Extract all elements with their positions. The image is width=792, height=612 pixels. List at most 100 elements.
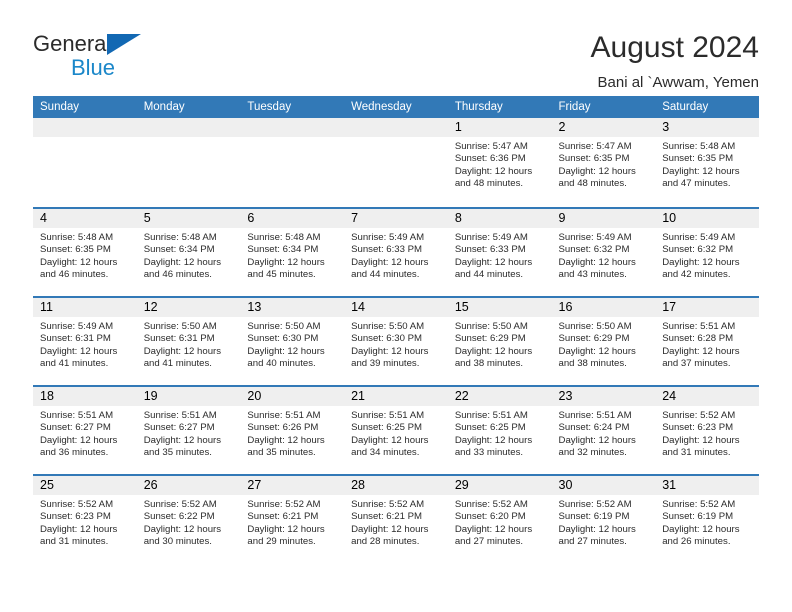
calendar-day-cell[interactable]: 8 Sunrise: 5:49 AM Sunset: 6:33 PM Daylight… (447, 207, 552, 296)
calendar-day-cell[interactable]: 26 Sunrise: 5:52 AM Sunset: 6:22 PM Dayligh… (136, 474, 241, 563)
day-number: 11 (33, 298, 137, 317)
calendar-cell-wrapper: 4 Sunrise: 5:48 AM Sunset: 6:35 PM Daylight… (33, 207, 137, 296)
sunset-text: Sunset: 6:22 PM (143, 511, 215, 523)
calendar-day-cell[interactable]: 5 Sunrise: 5:48 AM Sunset: 6:34 PM Daylight… (136, 207, 241, 296)
calendar-day-cell[interactable]: 29 Sunrise: 5:52 AM Sunset: 6:20 PM Dayligh… (447, 474, 552, 563)
calendar-day-cell[interactable]: 25 Sunrise: 5:52 AM Sunset: 6:23 PM Dayligh… (33, 474, 137, 563)
sunrise-text: Sunrise: 5:52 AM (558, 499, 632, 510)
sunrise-text: Sunrise: 5:51 AM (351, 410, 425, 421)
sunset-text: Sunset: 6:35 PM (558, 153, 630, 165)
calendar-day-cell[interactable]: 30 Sunrise: 5:52 AM Sunset: 6:19 PM Dayligh… (551, 474, 656, 563)
calendar-day-cell[interactable]: 20 Sunrise: 5:51 AM Sunset: 6:26 PM Dayligh… (240, 385, 345, 474)
page-header: General Blue August 2024 Bani al `Awwam,… (0, 0, 792, 96)
sunset-text: Sunset: 6:21 PM (247, 511, 319, 523)
day-number: 13 (240, 298, 345, 317)
daylight-text: Daylight: 12 hours and 26 minutes. (662, 523, 740, 548)
daylight-text: Daylight: 12 hours and 44 minutes. (351, 256, 429, 281)
sunrise-text: Sunrise: 5:52 AM (351, 499, 425, 510)
daylight-text: Daylight: 12 hours and 28 minutes. (351, 523, 429, 548)
calendar-day-cell-empty (136, 118, 241, 207)
sunset-text: Sunset: 6:32 PM (558, 244, 630, 256)
daylight-text: Daylight: 12 hours and 44 minutes. (454, 256, 533, 281)
day-number: 31 (655, 476, 759, 495)
calendar-day-cell[interactable]: 21 Sunrise: 5:51 AM Sunset: 6:25 PM Dayligh… (344, 385, 448, 474)
daylight-text: Daylight: 12 hours and 36 minutes. (40, 434, 118, 459)
calendar-day-cell[interactable]: 2 Sunrise: 5:47 AM Sunset: 6:35 PM Daylight… (551, 118, 656, 207)
day-details: Sunrise: 5:51 AM Sunset: 6:25 PM Daylight:… (448, 406, 552, 460)
calendar-day-cell[interactable]: 23 Sunrise: 5:51 AM Sunset: 6:24 PM Dayligh… (551, 385, 656, 474)
sunrise-text: Sunrise: 5:52 AM (662, 499, 736, 510)
sunrise-text: Sunrise: 5:52 AM (247, 499, 321, 510)
calendar-day-cell[interactable]: 12 Sunrise: 5:50 AM Sunset: 6:31 PM Dayligh… (136, 296, 241, 385)
calendar-day-cell[interactable]: 27 Sunrise: 5:52 AM Sunset: 6:21 PM Dayligh… (240, 474, 345, 563)
calendar-body: 1 Sunrise: 5:47 AM Sunset: 6:36 PM Daylight… (33, 118, 759, 563)
calendar-day-cell[interactable]: 9 Sunrise: 5:49 AM Sunset: 6:32 PM Daylight… (551, 207, 656, 296)
day-number: 10 (655, 209, 759, 228)
day-number (33, 118, 137, 137)
day-details: Sunrise: 5:49 AM Sunset: 6:33 PM Daylight:… (448, 228, 552, 282)
day-details: Sunrise: 5:48 AM Sunset: 6:35 PM Daylight:… (33, 228, 137, 282)
daylight-text: Daylight: 12 hours and 29 minutes. (247, 523, 325, 548)
sunrise-text: Sunrise: 5:50 AM (351, 321, 425, 332)
calendar-day-cell[interactable]: 28 Sunrise: 5:52 AM Sunset: 6:21 PM Dayligh… (344, 474, 448, 563)
calendar-day-cell[interactable]: 13 Sunrise: 5:50 AM Sunset: 6:30 PM Dayligh… (240, 296, 345, 385)
weekday-header-sunday: Sunday (33, 96, 137, 118)
calendar-day-cell[interactable]: 19 Sunrise: 5:51 AM Sunset: 6:27 PM Dayligh… (136, 385, 241, 474)
calendar-cell-wrapper: 26 Sunrise: 5:52 AM Sunset: 6:22 PM Dayligh… (136, 474, 241, 563)
general-blue-logo[interactable]: General Blue (33, 30, 213, 84)
calendar-day-cell-empty (240, 118, 345, 207)
calendar-cell-wrapper (136, 118, 241, 207)
day-details: Sunrise: 5:48 AM Sunset: 6:34 PM Daylight:… (137, 228, 241, 282)
sunset-text: Sunset: 6:34 PM (143, 244, 215, 256)
calendar-day-cell[interactable]: 16 Sunrise: 5:50 AM Sunset: 6:29 PM Dayligh… (551, 296, 656, 385)
sunset-text: Sunset: 6:33 PM (351, 244, 423, 256)
calendar-day-cell[interactable]: 6 Sunrise: 5:48 AM Sunset: 6:34 PM Daylight… (240, 207, 345, 296)
sunset-text: Sunset: 6:24 PM (558, 422, 630, 434)
calendar-day-cell[interactable]: 11 Sunrise: 5:49 AM Sunset: 6:31 PM Dayligh… (33, 296, 137, 385)
daylight-text: Daylight: 12 hours and 30 minutes. (143, 523, 222, 548)
calendar-day-cell[interactable]: 18 Sunrise: 5:51 AM Sunset: 6:27 PM Dayligh… (33, 385, 137, 474)
sunset-text: Sunset: 6:33 PM (454, 244, 526, 256)
logo-triangle-icon (107, 34, 141, 55)
sunset-text: Sunset: 6:32 PM (662, 244, 734, 256)
daylight-text: Daylight: 12 hours and 41 minutes. (40, 345, 118, 370)
calendar-day-cell[interactable]: 4 Sunrise: 5:48 AM Sunset: 6:35 PM Daylight… (33, 207, 137, 296)
calendar-cell-wrapper: 22 Sunrise: 5:51 AM Sunset: 6:25 PM Dayligh… (447, 385, 552, 474)
sunrise-text: Sunrise: 5:48 AM (662, 141, 736, 152)
day-number: 12 (136, 298, 241, 317)
calendar-day-cell[interactable]: 7 Sunrise: 5:49 AM Sunset: 6:33 PM Daylight… (344, 207, 448, 296)
sunrise-sunset-calendar-table: Sunday Monday Tuesday Wednesday Thursday Frid… (33, 96, 759, 563)
sunrise-text: Sunrise: 5:48 AM (40, 232, 114, 243)
calendar-cell-wrapper: 18 Sunrise: 5:51 AM Sunset: 6:27 PM Dayligh… (33, 385, 137, 474)
calendar-cell-wrapper: 3 Sunrise: 5:48 AM Sunset: 6:35 PM Daylight… (655, 118, 759, 207)
sunrise-text: Sunrise: 5:48 AM (143, 232, 217, 243)
day-number: 25 (33, 476, 137, 495)
calendar-day-cell[interactable]: 24 Sunrise: 5:52 AM Sunset: 6:23 PM Dayligh… (655, 385, 759, 474)
day-number: 26 (136, 476, 241, 495)
calendar-day-cell[interactable]: 15 Sunrise: 5:50 AM Sunset: 6:29 PM Dayligh… (447, 296, 552, 385)
calendar-day-cell[interactable]: 3 Sunrise: 5:48 AM Sunset: 6:35 PM Daylight… (655, 118, 759, 207)
calendar-day-cell[interactable]: 10 Sunrise: 5:49 AM Sunset: 6:32 PM Dayligh… (655, 207, 759, 296)
weekday-header-monday: Monday (136, 96, 241, 118)
day-details: Sunrise: 5:50 AM Sunset: 6:29 PM Daylight:… (448, 317, 552, 371)
calendar-day-cell[interactable]: 1 Sunrise: 5:47 AM Sunset: 6:36 PM Daylight… (447, 118, 552, 207)
calendar-day-cell[interactable]: 17 Sunrise: 5:51 AM Sunset: 6:28 PM Dayligh… (655, 296, 759, 385)
daylight-text: Daylight: 12 hours and 38 minutes. (558, 345, 636, 370)
calendar-day-cell[interactable]: 31 Sunrise: 5:52 AM Sunset: 6:19 PM Dayligh… (655, 474, 759, 563)
calendar-day-cell[interactable]: 14 Sunrise: 5:50 AM Sunset: 6:30 PM Dayligh… (344, 296, 448, 385)
daylight-text: Daylight: 12 hours and 37 minutes. (662, 345, 740, 370)
calendar-cell-wrapper: 15 Sunrise: 5:50 AM Sunset: 6:29 PM Dayligh… (447, 296, 552, 385)
calendar-week-row: 1 Sunrise: 5:47 AM Sunset: 6:36 PM Daylight… (33, 118, 759, 207)
weekday-header-row: Sunday Monday Tuesday Wednesday Thursday Frid… (33, 96, 759, 118)
sunrise-text: Sunrise: 5:47 AM (558, 141, 632, 152)
sunset-text: Sunset: 6:20 PM (454, 511, 526, 523)
day-details: Sunrise: 5:49 AM Sunset: 6:33 PM Daylight:… (344, 228, 448, 282)
calendar-cell-wrapper: 16 Sunrise: 5:50 AM Sunset: 6:29 PM Dayligh… (551, 296, 656, 385)
calendar-cell-wrapper (33, 118, 137, 207)
day-details: Sunrise: 5:51 AM Sunset: 6:25 PM Daylight:… (344, 406, 448, 460)
weekday-header-tuesday: Tuesday (240, 96, 345, 118)
daylight-text: Daylight: 12 hours and 48 minutes. (558, 165, 636, 190)
sunset-text: Sunset: 6:19 PM (558, 511, 630, 523)
day-details: Sunrise: 5:52 AM Sunset: 6:23 PM Daylight:… (33, 495, 137, 549)
calendar-day-cell[interactable]: 22 Sunrise: 5:51 AM Sunset: 6:25 PM Dayligh… (447, 385, 552, 474)
